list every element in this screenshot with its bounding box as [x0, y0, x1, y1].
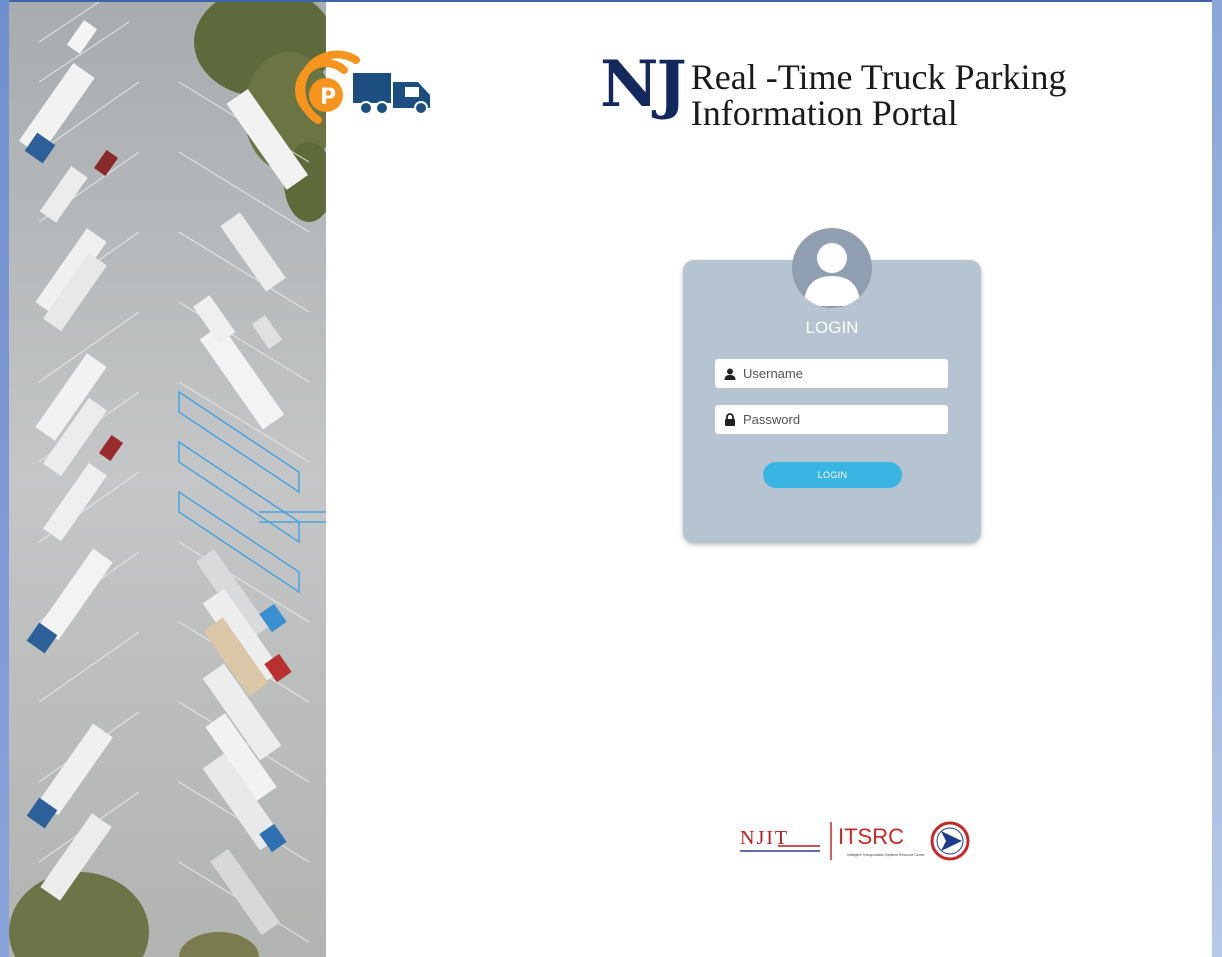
portal-title: NJ Real -Time Truck Parking Information …: [600, 47, 1067, 135]
avatar-icon: [792, 228, 872, 308]
background-right-edge: [1212, 0, 1222, 957]
title-line-1: Real -Time Truck Parking: [690, 57, 1067, 97]
footer-logos: NJIT ITSRC Intelligent Transportation Sy…: [740, 820, 980, 870]
title-line-2: Information Portal: [690, 93, 958, 133]
parking-logo-icon: P: [278, 40, 443, 135]
username-placeholder: Username: [743, 366, 803, 381]
itsrc-logo: ITSRC Intelligent Transportation Systems…: [838, 824, 926, 857]
login-heading: LOGIN: [805, 318, 859, 337]
svg-text:P: P: [320, 85, 336, 110]
user-icon: [723, 367, 737, 381]
login-button[interactable]: LOGIN: [763, 462, 902, 488]
svg-text:ITSRC: ITSRC: [838, 824, 904, 849]
title-text: Real -Time Truck Parking Information Por…: [691, 59, 1067, 131]
password-field[interactable]: Password: [715, 405, 948, 434]
svg-text:Intelligent Transportation Sys: Intelligent Transportation Systems Resou…: [847, 853, 926, 857]
password-placeholder: Password: [743, 412, 801, 427]
title-abbreviation: NJ: [600, 47, 687, 122]
njdot-logo-icon: [930, 821, 970, 861]
lock-icon: [723, 413, 737, 427]
truck-parking-aerial-photo: [9, 2, 326, 957]
username-field[interactable]: Username: [715, 359, 948, 388]
background-left-edge: [0, 0, 9, 957]
njit-logo: NJIT: [740, 827, 820, 852]
truck-icon: [353, 73, 430, 115]
